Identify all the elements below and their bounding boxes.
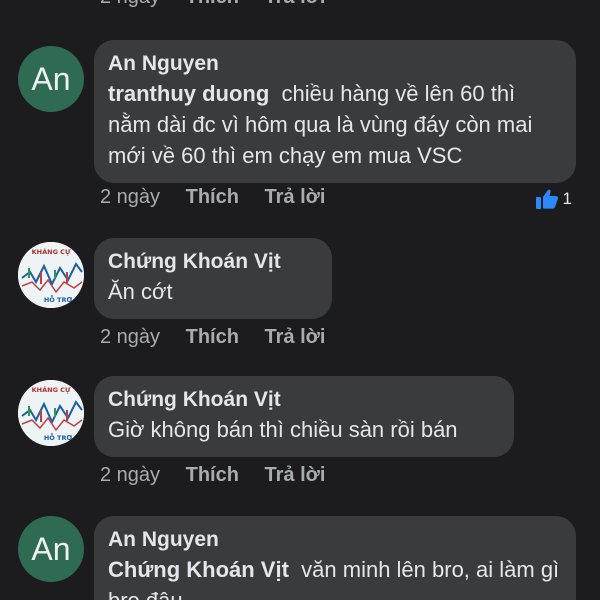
reaction-summary[interactable]: 1 [535, 188, 572, 210]
comment-bubble: An Nguyen Chứng Khoán Vịt văn minh lên b… [94, 516, 576, 600]
comment-author[interactable]: Chứng Khoán Vịt [108, 248, 317, 276]
comment-text: tranthuy duong chiều hàng về lên 60 thì … [108, 78, 561, 171]
like-button[interactable]: Thích [186, 0, 239, 8]
comment-author[interactable]: Chứng Khoán Vịt [108, 386, 499, 414]
reply-button[interactable]: Trả lời [265, 464, 326, 486]
comment-actions: 2 ngày Thích Trả lời [100, 464, 345, 487]
avatar[interactable]: An [18, 46, 84, 112]
thumbs-up-icon [535, 189, 558, 209]
comment-thread: 2 ngày Thích Trả lời An An Nguyen tranth… [0, 0, 600, 600]
comment-actions: 2 ngày Thích Trả lời [100, 186, 345, 209]
svg-text:KHÁNG CỰ: KHÁNG CỰ [32, 247, 71, 256]
svg-text:HỖ TRỢ: HỖ TRỢ [44, 432, 73, 442]
avatar[interactable]: KHÁNG CỰ HỖ TRỢ [18, 380, 84, 446]
comment-body: Giờ không bán thì chiều sàn rồi bán [108, 417, 458, 442]
comment-time: 2 ngày [100, 326, 161, 348]
like-button[interactable]: Thích [186, 186, 239, 208]
comment-bubble: Chứng Khoán Vịt Giờ không bán thì chiều … [94, 376, 514, 457]
comment-time: 2 ngày [100, 464, 161, 486]
avatar-initials: An [31, 530, 71, 567]
comment-time: 2 ngày [100, 0, 160, 8]
comment-actions: 2 ngày Thích Trả lời [100, 326, 345, 349]
svg-text:KHÁNG CỰ: KHÁNG CỰ [32, 385, 71, 394]
comment-bubble: An Nguyen tranthuy duong chiều hàng về l… [94, 40, 576, 183]
reply-button[interactable]: Trả lời [265, 0, 326, 8]
comment-body: Ăn cớt [108, 279, 173, 304]
stock-chart-logo-icon: KHÁNG CỰ HỖ TRỢ [18, 242, 84, 308]
like-button[interactable]: Thích [186, 326, 239, 348]
comment-actions-top: 2 ngày Thích Trả lời [100, 0, 345, 9]
svg-text:HỖ TRỢ: HỖ TRỢ [44, 294, 73, 304]
mention-link[interactable]: Chứng Khoán Vịt [108, 557, 289, 582]
avatar[interactable]: An [18, 516, 84, 582]
comment-author[interactable]: An Nguyen [108, 526, 561, 554]
like-button[interactable]: Thích [186, 464, 239, 486]
reply-button[interactable]: Trả lời [265, 186, 326, 208]
reply-button[interactable]: Trả lời [265, 326, 326, 348]
avatar-initials: An [31, 60, 71, 97]
comment-time: 2 ngày [100, 186, 161, 208]
avatar[interactable]: KHÁNG CỰ HỖ TRỢ [18, 242, 84, 308]
comment-text: Chứng Khoán Vịt văn minh lên bro, ai làm… [108, 554, 561, 600]
like-count: 1 [562, 189, 572, 208]
mention-link[interactable]: tranthuy duong [108, 81, 269, 106]
stock-chart-logo-icon: KHÁNG CỰ HỖ TRỢ [18, 380, 84, 446]
comment-author[interactable]: An Nguyen [108, 50, 561, 78]
comment-bubble: Chứng Khoán Vịt Ăn cớt [94, 238, 332, 319]
